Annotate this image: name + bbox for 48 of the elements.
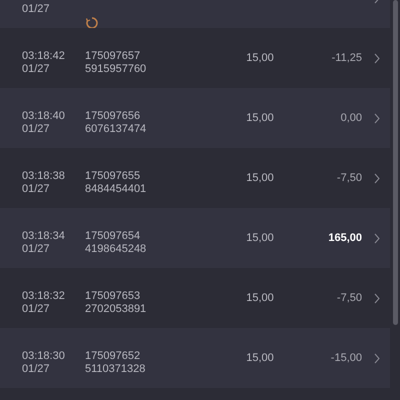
ticket-number: 6076137474: [85, 123, 148, 136]
chevron-right-icon: [374, 292, 380, 304]
volume: 15,00: [246, 170, 274, 186]
profit: 0,00: [340, 110, 362, 126]
trade-time: 03:18:38: [22, 170, 66, 183]
trade-time: 03:18:32: [22, 290, 66, 303]
trade-date: 01/27: [22, 63, 51, 76]
ticket-number: 5915957760: [85, 63, 148, 76]
chevron-right-icon: [374, 352, 380, 364]
list-row[interactable]: 03:18:30 01/27 175097652 5110371328 15,00 -15,00: [0, 328, 390, 388]
trade-date: 01/27: [22, 183, 51, 196]
order-number: 175097653: [85, 290, 142, 303]
trade-date: 01/27: [22, 243, 51, 256]
volume: 15,00: [246, 290, 274, 306]
volume: 15,00: [246, 50, 274, 66]
profit: -11,25: [332, 50, 362, 66]
chevron-right-icon: [374, 232, 380, 244]
trade-time: 03:18:40: [22, 110, 66, 123]
list-row[interactable]: 01/27: [0, 0, 390, 28]
trade-date: 01/27: [22, 363, 51, 376]
list-row[interactable]: 03:18:34 01/27 175097654 4198645248 15,00 165,00: [0, 208, 390, 268]
trade-time: 03:18:34: [22, 230, 66, 243]
trade-date: 01/27: [22, 3, 51, 16]
order-number: 175097656: [85, 110, 142, 123]
profit: -7,50: [336, 290, 362, 306]
trade-time: 03:18:30: [22, 350, 66, 363]
profit: -15,00: [330, 350, 362, 366]
ticket-number: 2702053891: [85, 303, 148, 316]
ticket-number: 4198645248: [85, 243, 148, 256]
order-number: 175097654: [85, 230, 142, 243]
volume: 15,00: [246, 230, 274, 246]
trade-date: 01/27: [22, 303, 51, 316]
chevron-right-icon: [374, 112, 380, 124]
list-row[interactable]: 03:18:40 01/27 175097656 6076137474 15,00 0,00: [0, 88, 390, 148]
chevron-right-icon: [374, 172, 380, 184]
order-number: 175097652: [85, 350, 142, 363]
order-number: 175097655: [85, 170, 142, 183]
trade-time: 03:18:42: [22, 50, 66, 63]
profit: -7,50: [336, 170, 362, 186]
ticket-number: 8484454401: [85, 183, 148, 196]
volume: 15,00: [246, 350, 274, 366]
ticket-number: 5110371328: [85, 363, 146, 376]
volume: 15,00: [246, 110, 274, 126]
order-number: 175097657: [85, 50, 142, 63]
trade-date: 01/27: [22, 123, 51, 136]
chevron-right-icon: [374, 52, 380, 64]
scrollbar[interactable]: [392, 0, 398, 325]
profit: 165,00: [328, 230, 362, 246]
